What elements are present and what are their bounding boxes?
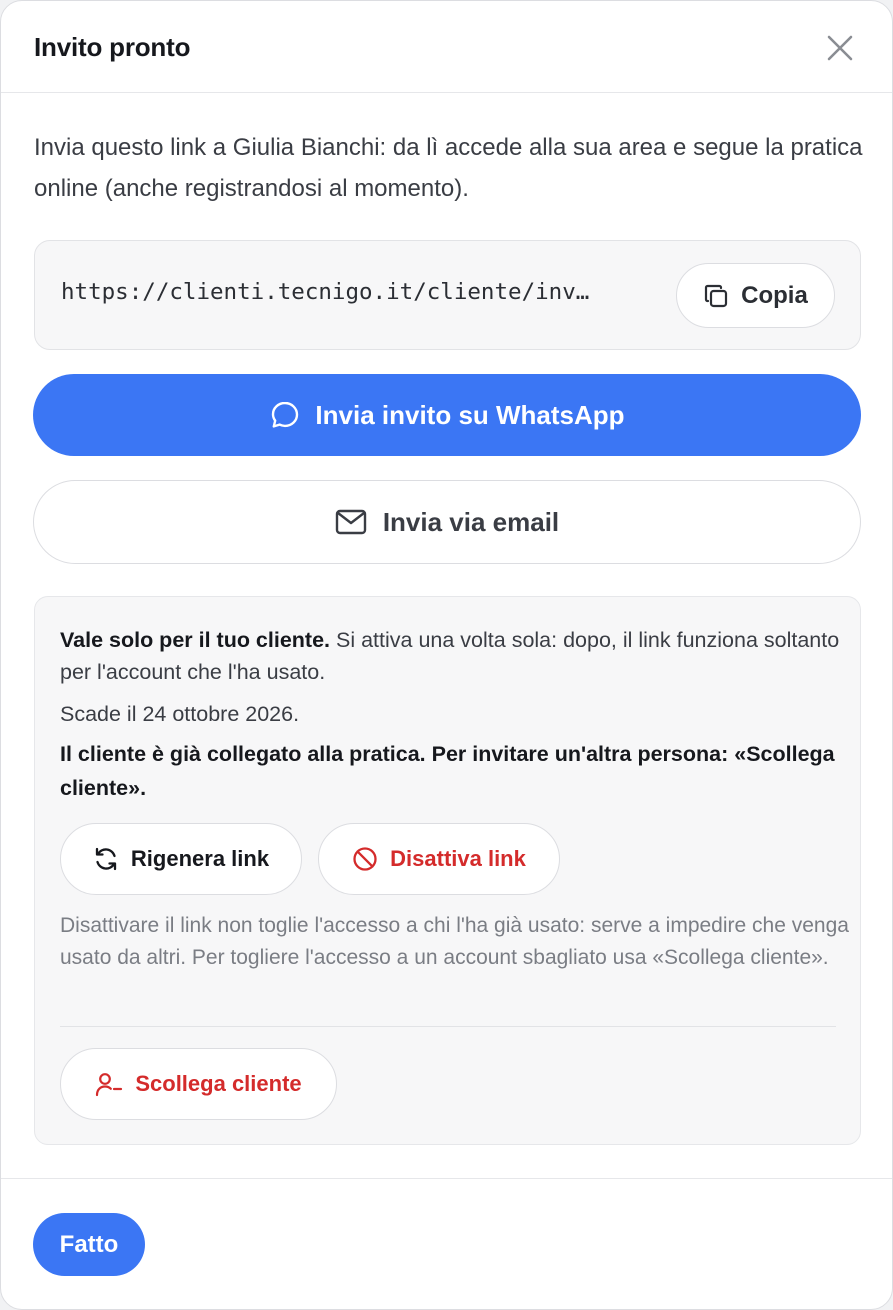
single-use-notice-strong: Vale solo per il tuo cliente. bbox=[60, 628, 331, 652]
regenerate-link-label: Rigenera link bbox=[130, 846, 270, 871]
footer-divider bbox=[1, 1178, 892, 1179]
refresh-icon bbox=[95, 847, 117, 871]
whatsapp-button-label: Invia invito su WhatsApp bbox=[315, 399, 625, 430]
regenerate-link-button[interactable]: Rigenera link bbox=[60, 823, 302, 895]
link-box: https://clienti.tecnigo.it/cliente/inv… … bbox=[34, 240, 861, 350]
whatsapp-invite-button[interactable]: Invia invito su WhatsApp bbox=[33, 374, 861, 456]
unlink-client-label: Scollega cliente bbox=[135, 1071, 302, 1096]
single-use-notice: Vale solo per il tuo cliente. Si attiva … bbox=[60, 624, 840, 688]
panel-divider bbox=[60, 1026, 836, 1027]
dialog-header: Invito pronto bbox=[1, 1, 892, 93]
invite-dialog: Invito pronto Invia questo link a Giulia… bbox=[0, 0, 893, 1310]
intro-text: Invia questo link a Giulia Bianchi: da l… bbox=[34, 134, 863, 202]
close-icon bbox=[827, 35, 853, 61]
linked-client-warning: Il cliente è già collegato alla pratica.… bbox=[60, 742, 835, 800]
dialog-title: Invito pronto bbox=[34, 32, 191, 62]
disable-link-note: Disattivare il link non toglie l'accesso… bbox=[60, 914, 849, 969]
unlink-client-button[interactable]: Scollega cliente bbox=[60, 1048, 337, 1120]
email-invite-button[interactable]: Invia via email bbox=[33, 480, 861, 564]
chat-bubble-icon bbox=[272, 401, 299, 428]
link-info-panel: Vale solo per il tuo cliente. Si attiva … bbox=[34, 596, 861, 1145]
copy-icon bbox=[705, 284, 728, 307]
email-button-label: Invia via email bbox=[382, 506, 560, 537]
close-button[interactable] bbox=[824, 32, 856, 64]
user-minus-icon bbox=[96, 1073, 123, 1097]
invite-link-text[interactable]: https://clienti.tecnigo.it/cliente/inv… bbox=[61, 279, 661, 305]
expiry-text: Scade il 24 ottobre 2026. bbox=[60, 702, 300, 726]
copy-button-label: Copia bbox=[741, 281, 808, 309]
copy-button[interactable]: Copia bbox=[676, 263, 835, 328]
disable-link-button[interactable]: Disattiva link bbox=[318, 823, 560, 895]
mail-icon bbox=[335, 509, 367, 535]
ban-icon bbox=[353, 847, 377, 871]
disable-link-label: Disattiva link bbox=[390, 846, 526, 871]
done-button[interactable]: Fatto bbox=[33, 1213, 145, 1276]
